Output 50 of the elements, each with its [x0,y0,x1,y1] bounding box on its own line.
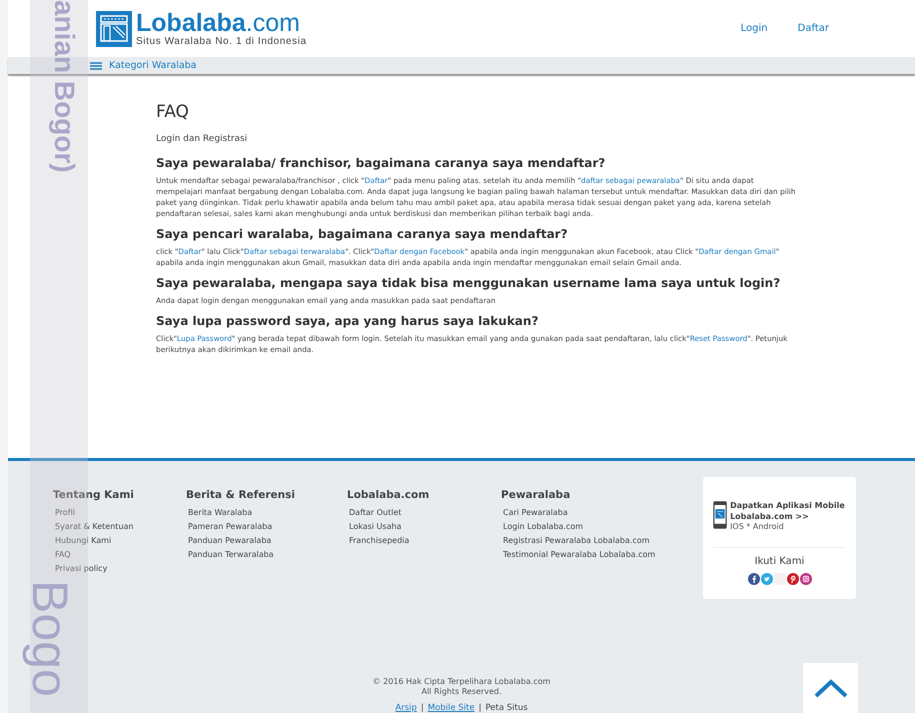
section-label: Login dan Registrasi [156,134,248,144]
platforms-label: IOS * Android [730,522,785,530]
storefront-icon[interactable] [96,10,132,46]
header-link[interactable]: Login [740,23,768,34]
chevron-up-icon [814,678,848,698]
copyright-text: All Rights Reserved. [421,687,502,697]
copyright-text: © 2016 Hak Cipta Terpelihara Lobalaba.com [372,677,550,687]
facebook-icon[interactable] [748,573,760,585]
menu-icon [90,62,102,70]
header-link[interactable]: Daftar [798,23,829,34]
footer-link[interactable]: Hubungi Kami [53,534,112,548]
banner-text: anian Bogor) [48,0,80,173]
faq-question: Saya lupa password saya, apa yang harus saya lakukan? [156,314,540,328]
pin-icon[interactable] [786,573,798,585]
footer-heading: Pewaralaba [501,489,570,501]
app-download-link[interactable]: Dapatkan Aplikasi Mobile Lobalaba.com >> [730,500,845,522]
faq-question: Saya pencari waralaba, bagaimana caranya saya mendaftar? [156,227,569,241]
footer-link[interactable]: Daftar Outlet [347,506,402,520]
footer-text: Peta Situs [485,703,528,713]
footer-heading: Tentang Kami [53,489,134,501]
faq-question: Saya pewaralaba/ franchisor, bagaimana caranya saya mendaftar? [156,156,606,170]
separator: | [420,703,424,713]
banner-text: Bogo [21,580,79,697]
back-to-top-button[interactable] [803,663,858,713]
footer-link[interactable]: Panduan Terwaralaba [186,548,274,562]
footer-heading: Lobalaba.com [347,489,430,501]
footer-link[interactable]: Profil [53,506,75,520]
footer-link[interactable]: Panduan Pewaralaba [186,534,272,548]
separator: | [478,703,482,713]
footer-link[interactable]: Cari Pewaralaba [501,506,568,520]
page-title: FAQ [156,102,190,122]
footer-link[interactable]: Syarat & Ketentuan [53,520,134,534]
footer-link[interactable]: Testimonial Pewaralaba Lobalaba.com [501,548,656,562]
footer-heading: Berita & Referensi [186,489,295,501]
footer-link[interactable]: Pameran Pewaralaba [186,520,272,534]
footer-link[interactable]: FAQ [53,548,70,562]
site-logo-name[interactable]: Lobalaba.com [136,10,307,36]
camera-icon[interactable] [800,573,812,585]
category-menu-button[interactable]: Kategori Waralaba [90,60,197,71]
footer-link[interactable]: Privasi policy [53,562,108,576]
footer-link[interactable]: Berita Waralaba [186,506,252,520]
footer-link[interactable]: Mobile Site [428,703,475,713]
faq-question: Saya pewaralaba, mengapa saya tidak bisa menggunakan username lama saya untuk login? [156,276,782,290]
site-tagline: Situs Waralaba No. 1 di Indonesia [136,36,307,46]
footer-link[interactable]: Franchisepedia [347,534,410,548]
follow-heading: Ikuti Kami [754,556,806,567]
footer-link[interactable]: Arsip [395,703,417,713]
footer-link[interactable]: Login Lobalaba.com [501,520,584,534]
footer-link[interactable]: Registrasi Pewaralaba Lobalaba.com [501,534,650,548]
footer-link[interactable]: Lokasi Usaha [347,520,402,534]
